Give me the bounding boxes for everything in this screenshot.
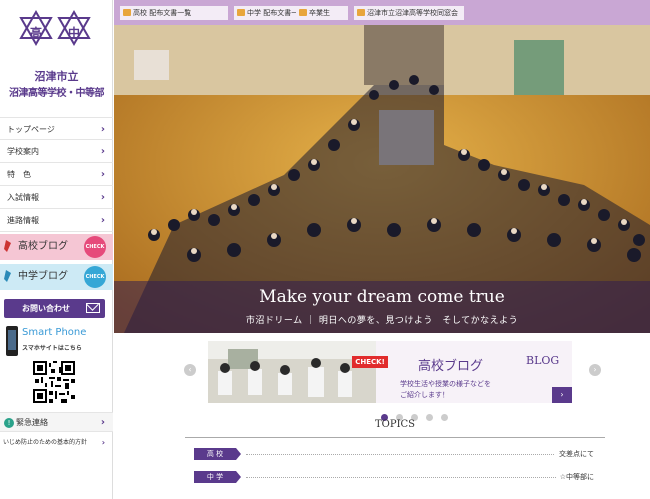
pencil-icon — [4, 240, 11, 252]
chevron-right-icon: › — [100, 215, 105, 226]
banner-text: 学校生活や授業の様子などを ご紹介します！ — [400, 379, 491, 401]
nav-item-admissions[interactable]: 入試情報 › — [0, 186, 113, 209]
nav-item-label: 特 色 — [7, 170, 31, 179]
topic-tag: 高 校 — [194, 448, 241, 460]
banner-title: 高校ブログ — [418, 359, 484, 374]
check-badge: CHECK! — [352, 356, 388, 368]
chevron-right-icon: › — [100, 417, 105, 428]
chevron-right-icon: › — [100, 124, 105, 135]
school-name-line1: 沼津市立 — [34, 70, 79, 83]
bullying-label: いじめ防止のための基本的方針 — [3, 439, 88, 446]
topbar-label: 高校 配布文書一覧 — [133, 9, 192, 17]
smartphone-icon — [6, 326, 18, 356]
topic-text: ☆中等部に — [555, 471, 594, 483]
smartphone-title[interactable]: Smart Phone — [22, 327, 86, 338]
folder-icon — [299, 9, 307, 16]
high-school-blog-banner[interactable]: CHECK! 高校ブログ 学校生活や授業の様子などを ご紹介します！ BLOG … — [208, 341, 572, 403]
check-badge: CHECK — [84, 236, 106, 258]
star-emblem-icon: 高 — [18, 9, 54, 47]
school-name-line2: 沼津高等学校・中等部 — [9, 88, 105, 99]
alert-icon: ! — [4, 418, 14, 428]
folder-icon — [357, 9, 365, 16]
qr-code-icon — [33, 361, 75, 403]
topbar-label: 卒業生 — [309, 9, 330, 17]
star-emblem-icon: 中 — [56, 9, 92, 47]
junior-high-blog-label: 中学ブログ — [18, 271, 68, 282]
nav-item-label: 進路情報 — [7, 216, 39, 225]
nav-item-label: 学校案内 — [7, 147, 39, 156]
topic-row[interactable]: 高 校 交差点にて — [194, 448, 594, 460]
nav-item-features[interactable]: 特 色 › — [0, 163, 113, 186]
topbar-alumni-association-link[interactable]: 沼津市立沼津高等学校同窓会 — [354, 6, 464, 20]
high-school-blog-button[interactable]: 高校ブログ CHECK — [0, 234, 113, 260]
topbar-hs-documents-link[interactable]: 高校 配布文書一覧 — [120, 6, 228, 20]
chevron-right-icon: › — [100, 169, 105, 180]
dotted-divider — [246, 477, 594, 478]
topics-heading: TOPICS — [185, 418, 605, 438]
nav-item-top[interactable]: トップページ › — [0, 117, 113, 140]
nav-item-career[interactable]: 進路情報 › — [0, 209, 113, 232]
nav-item-label: 入試情報 — [7, 193, 39, 202]
pencil-icon — [4, 270, 11, 282]
topic-row[interactable]: 中 学 ☆中等部に — [194, 471, 594, 483]
emergency-label: 緊急連絡 — [16, 418, 48, 427]
folder-icon — [237, 9, 245, 16]
hero-image: Make your dream come true 市沼ドリーム ｜ 明日への夢… — [114, 25, 650, 333]
arrow-right-icon[interactable]: › — [552, 387, 572, 403]
classroom-photo — [208, 341, 376, 403]
banner-text-line1: 学校生活や授業の様子などを — [400, 380, 491, 388]
chevron-right-icon: › — [100, 192, 105, 203]
topic-tag: 中 学 — [194, 471, 241, 483]
sidebar: 高 中 沼津市立 沼津高等学校・中等部 トップページ › 学校案内 › 特 色 › 入… — [0, 0, 113, 499]
top-bar: 高校 配布文書一覧 中学 配布文書一覧 卒業生 沼津市立沼津高等学校同窓会 — [114, 0, 650, 25]
hero-title: Make your dream come true — [259, 287, 505, 307]
junior-high-blog-button[interactable]: 中学ブログ CHECK — [0, 264, 113, 290]
banner-slider: ‹ CHECK! 高校ブログ 学校生活や授業の様子などを ご紹介します！ BLO… — [114, 333, 650, 421]
folder-icon — [123, 9, 131, 16]
hero-subtitle: 市沼ドリーム ｜ 明日への夢を、見つけよう そしてかなえよう — [245, 316, 519, 326]
smartphone-link[interactable]: スマホサイトはこちら — [22, 343, 82, 352]
check-badge: CHECK — [84, 266, 106, 288]
chevron-right-icon[interactable]: › — [589, 364, 601, 376]
blog-word: BLOG — [526, 354, 560, 367]
emergency-contact-link[interactable]: ! 緊急連絡 › — [0, 412, 113, 432]
topbar-label: 沼津市立沼津高等学校同窓会 — [367, 9, 458, 17]
nav-item-label: トップページ — [7, 125, 55, 134]
high-school-blog-label: 高校ブログ — [18, 241, 68, 252]
nav-item-about[interactable]: 学校案内 › — [0, 140, 113, 163]
emblem-right-char: 中 — [67, 26, 80, 40]
mail-icon — [86, 303, 100, 313]
contact-button[interactable]: お問い合わせ — [4, 299, 105, 318]
topbar-alumni-link[interactable]: 卒業生 — [296, 6, 348, 20]
main-nav: トップページ › 学校案内 › 特 色 › 入試情報 › 進路情報 › — [0, 117, 113, 232]
topic-text: 交差点にて — [555, 448, 594, 460]
chevron-right-icon: › — [100, 146, 105, 157]
school-logo[interactable]: 高 中 沼津市立 沼津高等学校・中等部 — [0, 0, 113, 112]
chevron-right-icon: › — [101, 438, 105, 447]
emblem-left-char: 高 — [29, 26, 42, 40]
contact-label: お問い合わせ — [22, 304, 70, 313]
chevron-left-icon[interactable]: ‹ — [184, 364, 196, 376]
dotted-divider — [246, 454, 594, 455]
bullying-policy-link[interactable]: いじめ防止のための基本的方針 › — [3, 437, 113, 449]
banner-text-line2: ご紹介します！ — [400, 391, 449, 399]
